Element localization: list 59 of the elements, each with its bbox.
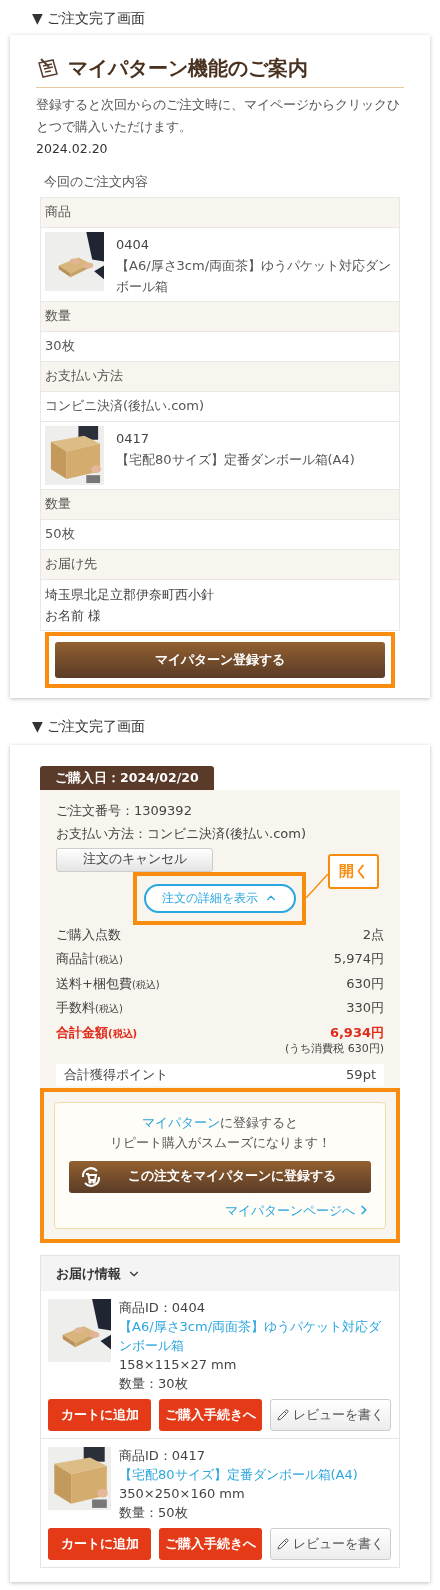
- register-order-button[interactable]: この注文をマイパターンに登録する: [69, 1160, 371, 1193]
- page-title: マイパターン機能のご案内: [68, 55, 308, 82]
- description: 登録すると次回からのご注文時に、マイページからクリックひとつで購入いただけます。: [36, 96, 401, 136]
- date: 2024.02.20: [36, 140, 109, 158]
- table-header-cell: 数量: [41, 488, 399, 519]
- add-to-cart-button[interactable]: カートに追加: [48, 1399, 151, 1431]
- my-pattern-page-link[interactable]: マイパターンページへ: [225, 1200, 371, 1220]
- product-quantity: 数量：50枚: [119, 1504, 189, 1522]
- callout-label: 開く: [328, 853, 379, 889]
- address-line: お名前 様: [45, 606, 103, 625]
- product-code: 0417: [116, 429, 151, 448]
- summary-label: ご購入点数: [56, 925, 121, 944]
- checkout-button[interactable]: ご購入手続きへ: [159, 1528, 262, 1560]
- summary-value: 630円: [346, 974, 384, 993]
- product-size: 350×250×160 mm: [119, 1485, 246, 1503]
- pencil-icon: [277, 1409, 289, 1421]
- review-button[interactable]: レビューを書く: [270, 1528, 391, 1560]
- cancel-button[interactable]: 注文のキャンセル: [56, 847, 213, 872]
- tax-note: (うち消費税 630円): [284, 1041, 384, 1057]
- table-header-cell: 数量: [41, 300, 399, 331]
- add-to-cart-button[interactable]: カートに追加: [48, 1528, 151, 1560]
- product-name: 【宅配80サイズ】定番ダンボール箱(A4): [116, 450, 355, 469]
- product-size: 158×115×27 mm: [119, 1356, 238, 1374]
- payment-method: お支払い方法：コンビニ決済(後払い.com): [56, 824, 308, 843]
- table-header-cell: お支払い方法: [41, 360, 399, 391]
- product-link[interactable]: 【宅配80サイズ】定番ダンボール箱(A4): [119, 1465, 358, 1484]
- checkout-button[interactable]: ご購入手続きへ: [159, 1399, 262, 1431]
- delivery-toggle[interactable]: お届け情報: [41, 1256, 399, 1291]
- section-caption: ▼ ご注文完了画面: [31, 9, 147, 28]
- memo-icon: [36, 56, 60, 80]
- review-button[interactable]: レビューを書く: [270, 1399, 391, 1431]
- register-button[interactable]: マイパターン登録する: [55, 641, 385, 678]
- summary-value: 6,934円: [329, 1023, 384, 1042]
- section-caption: ▼ ご注文完了画面: [31, 716, 147, 736]
- table-caption: 今回のご注文内容: [43, 173, 149, 191]
- points-label: 合計獲得ポイント: [64, 1065, 168, 1084]
- summary-label: 商品計(税込): [56, 950, 123, 968]
- summary-label: 手数料(税込): [56, 999, 123, 1017]
- product-link[interactable]: 【A6/厚さ3cm/両面茶】ゆうパケット対応ダンボール箱: [119, 1317, 392, 1355]
- order-number: ご注文番号：1309392: [56, 801, 193, 820]
- promo-message: マイパターンに登録すると リピート購入がスムーズになります！: [108, 1113, 332, 1152]
- address-line: 埼玉県北足立郡伊奈町西小針: [45, 585, 215, 604]
- my-pattern-link[interactable]: マイパターン: [142, 1114, 220, 1130]
- summary-value: 330円: [346, 999, 384, 1017]
- product-id: 商品ID：0417: [119, 1447, 206, 1465]
- product-name: 【A6/厚さ3cm/両面茶】ゆうパケット対応ダンボール箱: [116, 256, 392, 296]
- table-header-cell: お届け先: [41, 548, 399, 579]
- summary-value: 2点: [362, 925, 384, 944]
- product-id: 商品ID：0404: [119, 1299, 206, 1317]
- product-code: 0404: [116, 235, 151, 254]
- summary-value: 5,974円: [333, 950, 384, 968]
- cart-refresh-icon: [79, 1164, 103, 1189]
- table-header-cell: 商品: [41, 196, 399, 227]
- details-toggle[interactable]: 注文の詳細を表示: [143, 883, 296, 913]
- product-quantity: 数量：30枚: [119, 1375, 189, 1393]
- summary-label: 送料+梱包費(税込): [56, 974, 160, 993]
- points-value: 59pt: [346, 1065, 376, 1084]
- pencil-icon: [277, 1538, 289, 1550]
- summary-label: 合計金額(税込): [56, 1023, 138, 1042]
